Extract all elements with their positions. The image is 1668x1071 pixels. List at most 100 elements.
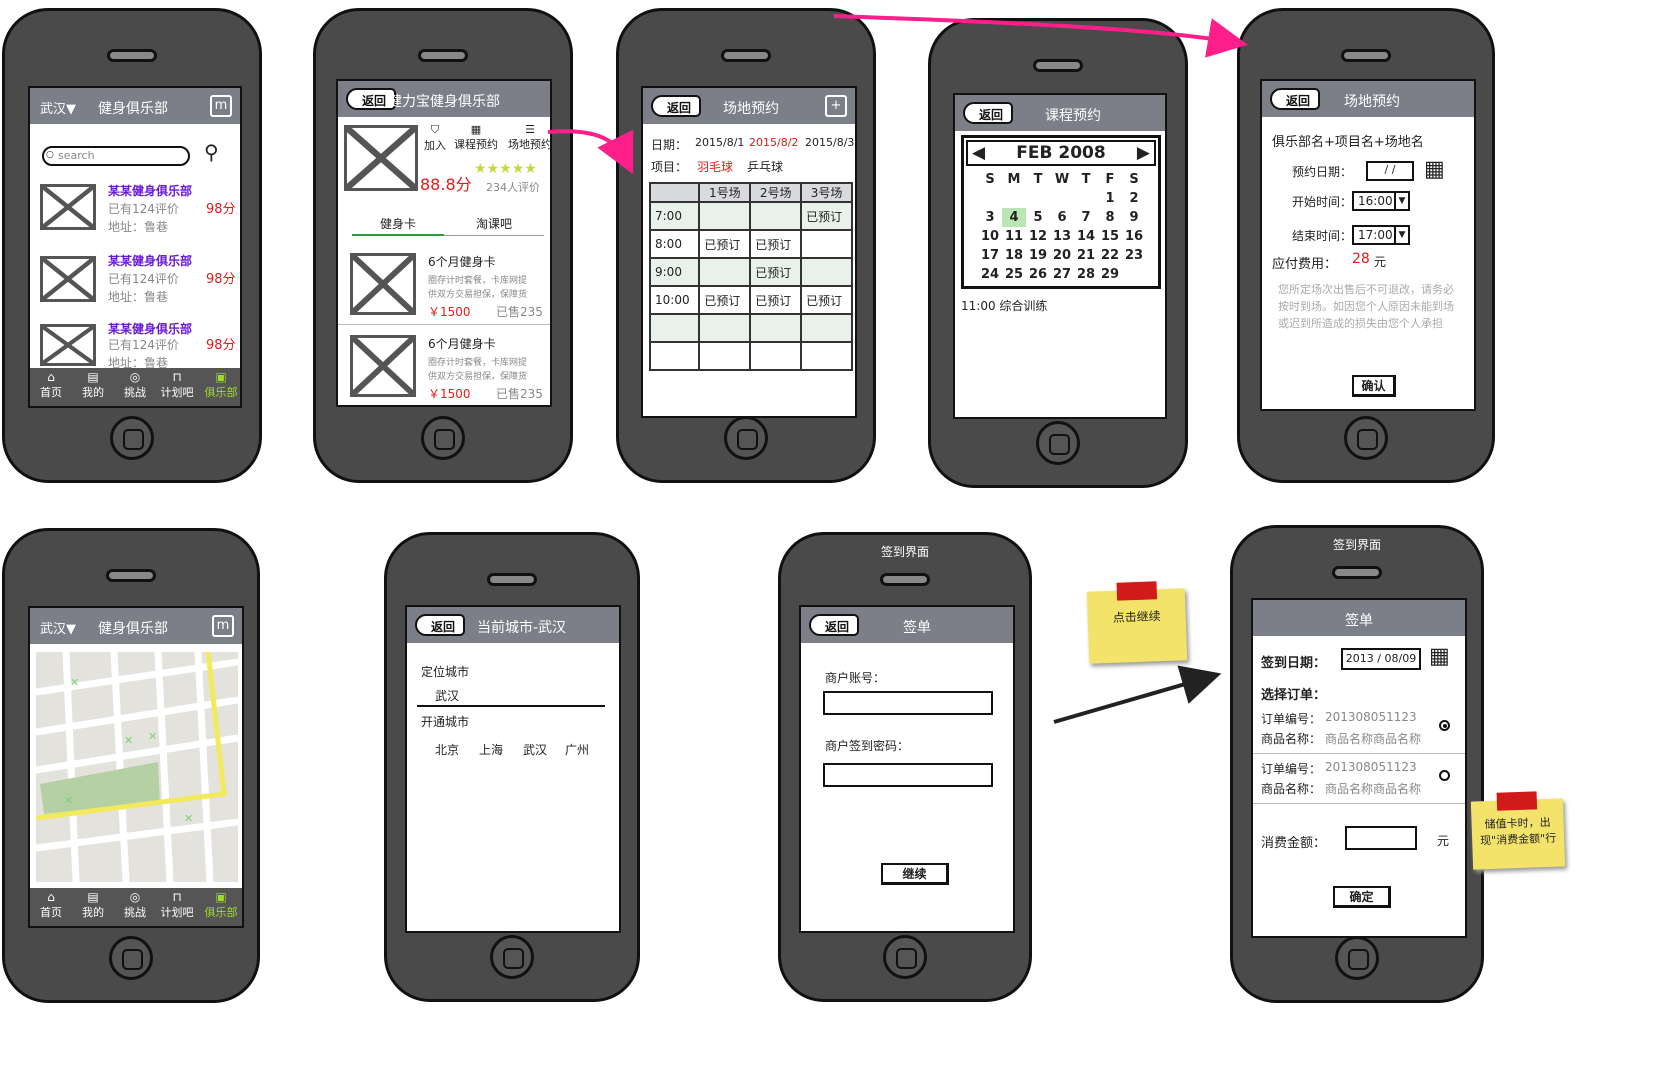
slot-cell[interactable]: [800, 257, 853, 287]
confirm-button[interactable]: 确认: [1352, 375, 1396, 397]
map[interactable]: ✕ ✕ ✕ ✕ ✕: [36, 652, 238, 882]
calendar-day[interactable]: 7: [1074, 208, 1098, 227]
slot-cell[interactable]: [800, 341, 853, 371]
list-item[interactable]: 订单编号： 201308051123 商品名称： 商品名称商品名称: [1253, 706, 1465, 754]
tab-courses[interactable]: 淘课吧: [444, 215, 544, 236]
home-button[interactable]: [490, 935, 534, 979]
city-option[interactable]: 北京: [435, 741, 459, 758]
password-input[interactable]: [823, 763, 993, 787]
slot-cell[interactable]: 已预订: [749, 229, 803, 259]
tab-challenge[interactable]: ◎ 挑战: [114, 370, 156, 400]
amount-input[interactable]: [1345, 826, 1417, 850]
back-button[interactable]: 返回: [809, 614, 860, 636]
slot-cell[interactable]: [749, 341, 803, 371]
venue-booking-button[interactable]: ☰ 场地预约: [508, 123, 550, 152]
calendar-day[interactable]: 5: [1026, 208, 1050, 227]
tab-home[interactable]: ⌂ 首页: [30, 370, 72, 400]
home-button[interactable]: [1335, 936, 1379, 980]
home-button[interactable]: [883, 935, 927, 979]
home-button[interactable]: [421, 416, 465, 460]
calendar-day[interactable]: 24: [978, 265, 1002, 284]
calendar-day[interactable]: 3: [978, 208, 1002, 227]
slot-cell[interactable]: [698, 313, 752, 343]
calendar-day[interactable]: 26: [1026, 265, 1050, 284]
slot-cell[interactable]: 已预订: [800, 201, 853, 231]
city-option[interactable]: 广州: [565, 741, 589, 758]
calendar-day[interactable]: 11: [1002, 227, 1026, 246]
slot-cell[interactable]: 已预订: [749, 257, 803, 287]
search-input[interactable]: ○ search: [42, 146, 190, 166]
home-button[interactable]: [1344, 416, 1388, 460]
calendar-day[interactable]: 15: [1098, 227, 1122, 246]
map-icon[interactable]: m: [212, 615, 234, 637]
calendar-day[interactable]: 9: [1122, 208, 1146, 227]
slot-cell[interactable]: [800, 229, 853, 259]
next-month-icon[interactable]: ▶: [1137, 142, 1150, 164]
calendar-day[interactable]: 20: [1050, 246, 1074, 265]
slot-cell[interactable]: 已预订: [800, 285, 853, 315]
slot-cell[interactable]: [749, 313, 803, 343]
located-city[interactable]: 武汉: [435, 687, 459, 704]
tab-home[interactable]: ⌂ 首页: [30, 890, 72, 920]
map-icon[interactable]: m: [210, 95, 232, 117]
calendar-day[interactable]: 13: [1050, 227, 1074, 246]
list-item[interactable]: 订单编号： 201308051123 商品名称： 商品名称商品名称: [1253, 756, 1465, 804]
calendar-day[interactable]: 25: [1002, 265, 1026, 284]
tab-plan[interactable]: ⊓ 计划吧: [156, 890, 198, 920]
list-item[interactable]: 6个月健身卡 圈存计时套餐，卡库网提 供双方交易担保，保障货 ￥1500 已售2…: [338, 245, 550, 325]
tab-mine[interactable]: ▤ 我的: [72, 370, 114, 400]
slot-cell[interactable]: [800, 313, 853, 343]
home-button[interactable]: [1036, 421, 1080, 465]
end-time-select[interactable]: 17:00 ▼: [1352, 225, 1410, 245]
back-button[interactable]: 返回: [963, 102, 1014, 124]
calendar-day[interactable]: 21: [1074, 246, 1098, 265]
tab-challenge[interactable]: ◎ 挑战: [114, 890, 156, 920]
slot-cell[interactable]: 已预订: [698, 229, 752, 259]
order-radio-selected[interactable]: [1439, 720, 1450, 731]
back-button[interactable]: 返回: [651, 95, 702, 117]
date-option[interactable]: 2015/8/3: [805, 136, 854, 149]
date-option[interactable]: 2015/8/1: [695, 136, 744, 149]
calendar-day-selected[interactable]: 4: [1002, 208, 1026, 227]
slot-cell[interactable]: [749, 201, 803, 231]
account-input[interactable]: [823, 691, 993, 715]
city-option[interactable]: 上海: [479, 741, 503, 758]
signin-date-input[interactable]: 2013 / 08/09: [1341, 648, 1421, 670]
date-option-selected[interactable]: 2015/8/2: [749, 136, 798, 149]
prev-month-icon[interactable]: ◀: [972, 142, 985, 164]
slot-cell[interactable]: [698, 201, 752, 231]
slot-cell[interactable]: [698, 257, 752, 287]
calendar-day[interactable]: 2: [1122, 189, 1146, 208]
course-entry[interactable]: 11:00 综合训练: [961, 297, 1047, 314]
calendar-icon[interactable]: ▦: [1424, 157, 1445, 182]
home-button[interactable]: [110, 416, 154, 460]
join-button[interactable]: ⛉ 加入: [424, 123, 446, 153]
club-name[interactable]: 某某健身俱乐部: [108, 320, 192, 337]
calendar-day[interactable]: 29: [1098, 265, 1122, 284]
continue-button[interactable]: 继续: [881, 863, 949, 885]
slot-cell[interactable]: [698, 341, 752, 371]
add-icon[interactable]: +: [825, 95, 847, 117]
calendar-day[interactable]: 8: [1098, 208, 1122, 227]
course-booking-button[interactable]: ▦ 课程预约: [454, 123, 498, 152]
home-button[interactable]: [109, 936, 153, 980]
slot-cell[interactable]: 已预订: [698, 285, 752, 315]
sport-option-selected[interactable]: 羽毛球: [697, 158, 733, 175]
calendar-day[interactable]: 18: [1002, 246, 1026, 265]
home-button[interactable]: [724, 416, 768, 460]
search-icon[interactable]: ⚲: [204, 140, 219, 164]
tab-club[interactable]: ▣ 俱乐部: [200, 370, 240, 400]
calendar-day[interactable]: 1: [1098, 189, 1122, 208]
calendar-day[interactable]: 19: [1026, 246, 1050, 265]
calendar-day[interactable]: 17: [978, 246, 1002, 265]
calendar-icon[interactable]: ▦: [1429, 644, 1450, 669]
date-input[interactable]: / /: [1366, 161, 1414, 181]
order-radio[interactable]: [1439, 770, 1450, 781]
tab-club[interactable]: ▣ 俱乐部: [200, 890, 242, 920]
calendar-day[interactable]: 6: [1050, 208, 1074, 227]
calendar-day[interactable]: 16: [1122, 227, 1146, 246]
tab-plan[interactable]: ⊓ 计划吧: [156, 370, 198, 400]
list-item[interactable]: 6个月健身卡 圈存计时套餐，卡库网提 供双方交易担保，保障货 ￥1500 已售2…: [338, 329, 550, 405]
calendar-day[interactable]: 28: [1074, 265, 1098, 284]
back-button[interactable]: 返回: [1270, 88, 1321, 110]
